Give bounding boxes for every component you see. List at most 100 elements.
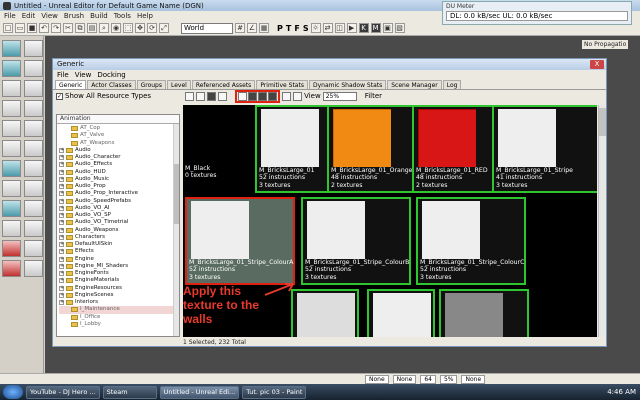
- tree-node[interactable]: + Audio_Effects: [59, 161, 179, 168]
- tree-node[interactable]: + Engine: [59, 256, 179, 263]
- console-icon[interactable]: ▧: [394, 23, 405, 33]
- csg-intersect-icon[interactable]: [2, 180, 21, 197]
- tree-scroll-thumb[interactable]: [174, 164, 179, 224]
- tab-generic[interactable]: Generic: [55, 80, 87, 89]
- primitive-plane-icon[interactable]: [238, 91, 248, 101]
- refresh-icon[interactable]: [282, 91, 292, 101]
- tree-node[interactable]: + DefaultUISkin: [59, 241, 179, 248]
- tree-node[interactable]: + EngineScenes: [59, 292, 179, 299]
- tree-node[interactable]: + Characters: [59, 234, 179, 241]
- play-icon[interactable]: ▶: [346, 23, 357, 33]
- mode-s[interactable]: S: [303, 24, 309, 33]
- expand-icon[interactable]: +: [59, 300, 64, 306]
- expand-icon[interactable]: +: [59, 162, 64, 168]
- tab-dynamic-shadow-stats[interactable]: Dynamic Shadow Stats: [308, 80, 387, 89]
- status-rotation-snap[interactable]: 5%: [439, 374, 458, 384]
- menu-brush[interactable]: Brush: [64, 12, 84, 20]
- view-zoom-select[interactable]: 25%: [322, 91, 357, 101]
- tree-node[interactable]: + Audio_Prop: [59, 183, 179, 190]
- tree-node[interactable]: + Effects: [59, 248, 179, 255]
- show-all-icon[interactable]: [2, 240, 21, 257]
- material-thumbnail[interactable]: M_Black 0 textures: [183, 105, 251, 193]
- generic-menu-view[interactable]: View: [75, 71, 92, 79]
- primitive-cube-icon[interactable]: [248, 91, 258, 101]
- tree-node[interactable]: + Audio_VO_AI: [59, 205, 179, 212]
- volumetric-brush-icon[interactable]: [2, 140, 21, 157]
- paste-icon[interactable]: ▤: [87, 23, 97, 33]
- generic-menu-docking[interactable]: Docking: [97, 71, 125, 79]
- primitive-cylinder-icon[interactable]: [268, 91, 278, 101]
- start-button[interactable]: [3, 385, 23, 399]
- details-view-icon[interactable]: [218, 91, 228, 101]
- tab-primitive-stats[interactable]: Primitive Stats: [256, 80, 308, 89]
- build-icon[interactable]: ▦: [259, 23, 269, 33]
- camera-icon[interactable]: ◉: [111, 23, 121, 33]
- tree-node[interactable]: + Audio_VO_Timetrial: [59, 219, 179, 226]
- tree-node[interactable]: + Interiors: [59, 299, 179, 306]
- tab-actor-classes[interactable]: Actor Classes: [87, 80, 136, 89]
- tab-scene-manager[interactable]: Scene Manager: [387, 80, 442, 89]
- list-view-icon[interactable]: [185, 91, 195, 101]
- tree-node[interactable]: AT_Valve: [59, 132, 179, 139]
- hide-selected-icon[interactable]: [24, 220, 43, 237]
- expand-icon[interactable]: +: [59, 155, 64, 161]
- tree-node[interactable]: + EngineResources: [59, 285, 179, 292]
- expand-icon[interactable]: +: [59, 205, 64, 211]
- cylinder-brush-icon[interactable]: [2, 100, 21, 117]
- taskbar-item-paint[interactable]: Tut. pic 03 - Paint: [242, 385, 307, 399]
- tree-node[interactable]: + EngineMaterials: [59, 277, 179, 284]
- expand-icon[interactable]: +: [59, 213, 64, 219]
- save-icon[interactable]: ■: [27, 23, 37, 33]
- cut-icon[interactable]: ✂: [63, 23, 73, 33]
- taskbar-item-youtube[interactable]: YouTube - DJ Hero ...: [26, 385, 100, 399]
- tree-node[interactable]: + Audio_Character: [59, 154, 179, 161]
- expand-icon[interactable]: +: [59, 176, 64, 182]
- redo-icon[interactable]: ↷: [51, 23, 61, 33]
- prefab-icon[interactable]: [24, 260, 43, 277]
- sphere-brush-icon[interactable]: [24, 140, 43, 157]
- clip-icon[interactable]: [2, 260, 21, 277]
- expand-icon[interactable]: +: [59, 285, 64, 291]
- new-icon[interactable]: □: [3, 23, 13, 33]
- mode-t[interactable]: T: [286, 24, 291, 33]
- tree-node[interactable]: I_Maintenance: [59, 306, 179, 314]
- scale-icon[interactable]: ⤢: [159, 23, 169, 33]
- material-thumbnail[interactable]: [367, 289, 435, 337]
- tab-log[interactable]: Log: [442, 80, 462, 89]
- menu-edit[interactable]: Edit: [22, 12, 36, 20]
- rotate-icon[interactable]: ⟳: [147, 23, 157, 33]
- expand-icon[interactable]: +: [59, 169, 64, 175]
- cone-brush-icon[interactable]: [24, 80, 43, 97]
- texture-mode-icon[interactable]: [24, 60, 43, 77]
- copy-icon[interactable]: ⧉: [75, 23, 85, 33]
- tree-filter-input[interactable]: Animation: [57, 115, 179, 124]
- expand-icon[interactable]: +: [59, 263, 64, 269]
- invert-selection-icon[interactable]: [24, 240, 43, 257]
- zoom-icon[interactable]: [293, 91, 303, 101]
- menu-help[interactable]: Help: [137, 12, 153, 20]
- expand-icon[interactable]: +: [59, 249, 64, 255]
- csg-deintersect-icon[interactable]: [24, 180, 43, 197]
- csg-subtract-icon[interactable]: [24, 160, 43, 177]
- expand-icon[interactable]: +: [59, 220, 64, 226]
- expand-icon[interactable]: +: [59, 256, 64, 262]
- close-button[interactable]: X: [590, 60, 604, 69]
- rotate-snap-icon[interactable]: ∠: [247, 23, 257, 33]
- menu-build[interactable]: Build: [90, 12, 108, 20]
- expand-icon[interactable]: +: [59, 198, 64, 204]
- menu-file[interactable]: File: [4, 12, 16, 20]
- preview-view-icon[interactable]: [207, 91, 217, 101]
- expand-icon[interactable]: +: [59, 227, 64, 233]
- material-thumbnail[interactable]: M_BricksLarge_01_Stripe_ColourC 52 instru…: [416, 197, 526, 285]
- tree-node[interactable]: + Audio_SpeedPrefabs: [59, 198, 179, 205]
- mode-f[interactable]: F: [294, 24, 299, 33]
- geometry-mode-icon[interactable]: [24, 40, 43, 57]
- grid-scrollbar[interactable]: [598, 105, 606, 337]
- tree-node[interactable]: + Audio_Prop_Interactive: [59, 190, 179, 197]
- tab-referenced-assets[interactable]: Referenced Assets: [191, 80, 256, 89]
- spiral-brush-icon[interactable]: [24, 120, 43, 137]
- expand-icon[interactable]: +: [59, 242, 64, 248]
- expand-icon[interactable]: +: [59, 191, 64, 197]
- taskbar-item-steam[interactable]: Steam: [102, 385, 157, 399]
- expand-icon[interactable]: +: [59, 292, 64, 298]
